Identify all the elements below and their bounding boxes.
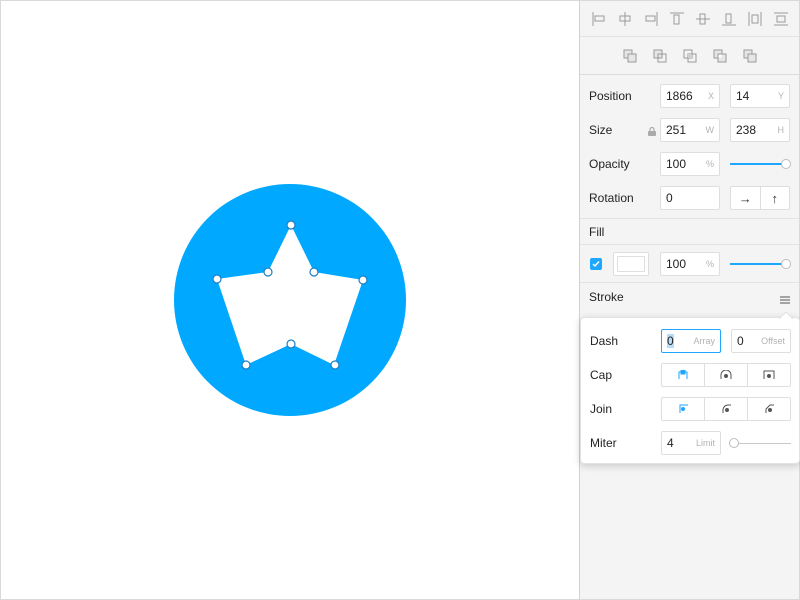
dash-offset-input[interactable]: 0 Offset [731, 329, 791, 353]
join-row: Join [581, 392, 799, 426]
vertex-handle[interactable] [358, 275, 368, 285]
intersect-icon[interactable] [681, 47, 699, 65]
opacity-input[interactable]: 100 % [660, 152, 720, 176]
fill-opacity-input[interactable]: 100 % [660, 252, 720, 276]
difference-icon[interactable] [711, 47, 729, 65]
fill-section-header: Fill [580, 218, 799, 244]
align-top-icon[interactable] [668, 10, 686, 28]
miter-slider-knob[interactable] [729, 438, 739, 448]
subtract-icon[interactable] [651, 47, 669, 65]
vertex-handle[interactable] [263, 267, 273, 277]
stroke-title: Stroke [589, 290, 624, 304]
size-row: Size 251 W 238 H [580, 113, 799, 147]
design-canvas[interactable] [0, 0, 580, 600]
distribute-v-icon[interactable] [772, 10, 790, 28]
fill-opacity-slider-knob[interactable] [781, 259, 791, 269]
flip-buttons: → ↑ [730, 186, 790, 210]
fill-opacity-slider[interactable] [730, 263, 786, 265]
opacity-slider-knob[interactable] [781, 159, 791, 169]
opacity-slider[interactable] [730, 163, 786, 165]
cap-label: Cap [590, 368, 613, 382]
bevel-join-icon[interactable] [748, 398, 790, 420]
position-y-input[interactable]: 14 Y [730, 84, 790, 108]
butt-cap-icon[interactable] [662, 364, 705, 386]
miter-join-icon[interactable] [662, 398, 705, 420]
alignment-toolbar [580, 1, 799, 37]
stroke-section-header: Stroke [580, 282, 799, 311]
vertex-handle[interactable] [286, 220, 296, 230]
cap-row: Cap [581, 358, 799, 392]
flip-vertical-button[interactable]: ↑ [761, 187, 790, 209]
flip-horizontal-button[interactable]: → [731, 187, 761, 209]
dash-row: Dash 0 Array 0 Offset [581, 324, 799, 358]
align-middle-v-icon[interactable] [694, 10, 712, 28]
popover-arrow [779, 311, 793, 319]
position-row: Position 1866 X 14 Y [580, 79, 799, 113]
round-cap-icon[interactable] [705, 364, 748, 386]
vertex-handle[interactable] [309, 267, 319, 277]
cap-segmented-control [661, 363, 791, 387]
square-cap-icon[interactable] [748, 364, 790, 386]
fill-title: Fill [589, 224, 605, 239]
size-w-input[interactable]: 251 W [660, 118, 720, 142]
rotation-input[interactable]: 0 [660, 186, 720, 210]
distribute-h-icon[interactable] [746, 10, 764, 28]
miter-row: Miter 4 Limit [581, 426, 799, 460]
opacity-row: Opacity 100 % [580, 147, 799, 181]
join-label: Join [590, 402, 613, 416]
fill-row: 100 % [580, 244, 799, 282]
boolean-toolbar [580, 37, 799, 75]
stroke-options-icon[interactable] [780, 293, 790, 307]
vertex-handle[interactable] [212, 274, 222, 284]
union-icon[interactable] [621, 47, 639, 65]
stroke-options-popover: Dash 0 Array 0 Offset Cap Join Miter 4 L… [580, 311, 800, 464]
join-segmented-control [661, 397, 791, 421]
round-join-icon[interactable] [705, 398, 748, 420]
align-bottom-icon[interactable] [720, 10, 738, 28]
canvas-artwork[interactable] [1, 1, 581, 600]
lock-icon[interactable] [648, 125, 656, 139]
vertex-handle[interactable] [241, 360, 251, 370]
size-h-input[interactable]: 238 H [730, 118, 790, 142]
dash-label: Dash [590, 334, 619, 348]
align-right-icon[interactable] [642, 10, 660, 28]
align-center-h-icon[interactable] [616, 10, 634, 28]
vertex-handle[interactable] [330, 360, 340, 370]
inspector-panel: Position 1866 X 14 Y Size 251 W 238 H Op… [579, 0, 800, 600]
fill-color-swatch[interactable] [613, 252, 649, 276]
flatten-icon[interactable] [741, 47, 759, 65]
fill-checkbox[interactable] [590, 258, 602, 270]
position-x-input[interactable]: 1866 X [660, 84, 720, 108]
position-label: Position [589, 89, 632, 103]
rotation-label: Rotation [589, 191, 634, 205]
miter-slider-track[interactable] [731, 443, 791, 444]
miter-limit-input[interactable]: 4 Limit [661, 431, 721, 455]
dash-array-value: 0 [667, 334, 674, 348]
rotation-row: Rotation 0 → ↑ [580, 181, 799, 215]
align-left-icon[interactable] [590, 10, 608, 28]
miter-label: Miter [590, 436, 617, 450]
dash-array-input[interactable]: 0 Array [661, 329, 721, 353]
fill-color-chip [617, 256, 645, 272]
vertex-handle[interactable] [286, 339, 296, 349]
opacity-label: Opacity [589, 157, 630, 171]
